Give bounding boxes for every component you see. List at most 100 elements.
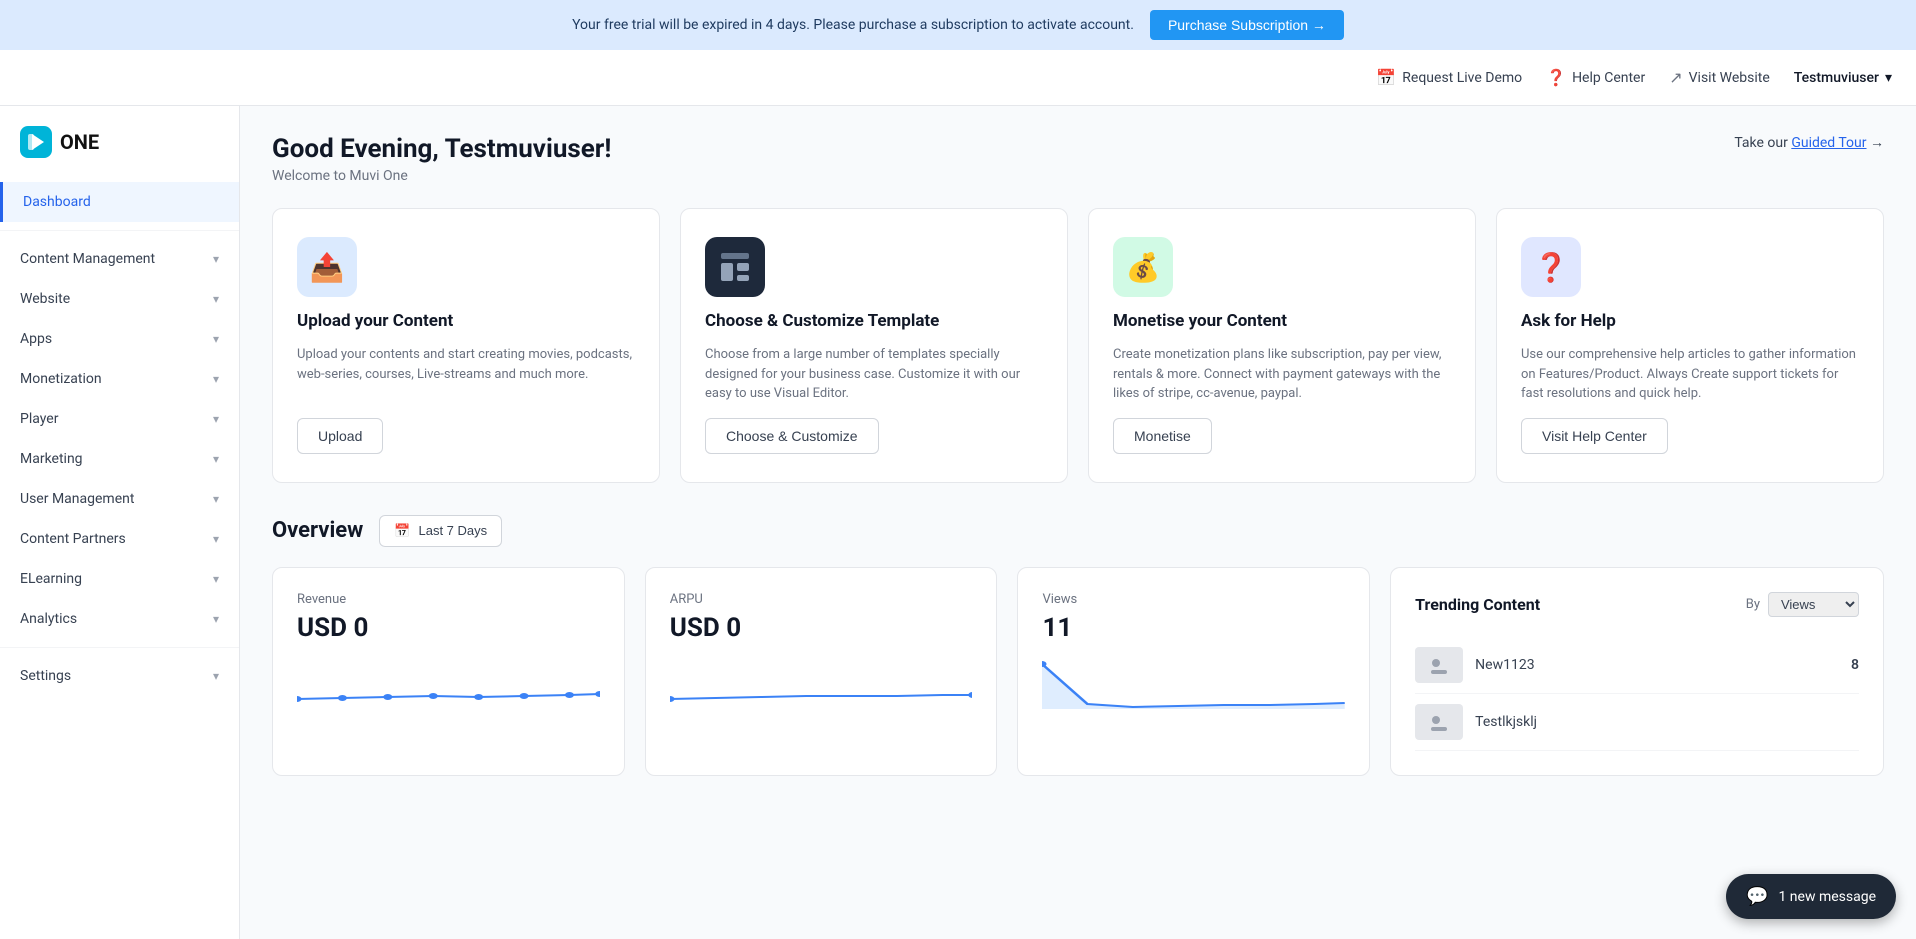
user-menu[interactable]: Testmuviuser ▾ [1794,70,1892,86]
sidebar-item-label: Marketing [20,451,83,467]
sidebar-item-marketing[interactable]: Marketing ▾ [0,439,239,479]
sidebar-item-label: Content Partners [20,531,126,547]
sidebar-item-label: Website [20,291,70,307]
trending-header: Trending Content By Views Revenue [1415,592,1859,617]
request-demo-nav[interactable]: 📅 Request Live Demo [1376,68,1522,87]
sidebar-item-content-partners[interactable]: Content Partners ▾ [0,519,239,559]
app-layout: ONE Dashboard Content Management ▾ Websi… [0,106,1916,939]
chevron-right-icon: ▾ [213,252,219,266]
sidebar-divider-2 [0,647,239,648]
card-title: Monetise your Content [1113,311,1451,331]
sidebar-item-elearning[interactable]: ELearning ▾ [0,559,239,599]
sidebar-item-analytics[interactable]: Analytics ▾ [0,599,239,639]
help-icon: ❓ [1521,237,1581,297]
trending-content-card: Trending Content By Views Revenue New112… [1390,567,1884,776]
sidebar-item-apps[interactable]: Apps ▾ [0,319,239,359]
chevron-right-icon: ▾ [213,412,219,426]
purchase-subscription-button[interactable]: Purchase Subscription → [1150,10,1344,40]
action-cards: 📤 Upload your Content Upload your conten… [272,208,1884,483]
sidebar-item-player[interactable]: Player ▾ [0,399,239,439]
trending-by-select[interactable]: Views Revenue [1768,592,1859,617]
sidebar-item-website[interactable]: Website ▾ [0,279,239,319]
calendar-icon: 📅 [1376,68,1396,87]
header: 📅 Request Live Demo ❓ Help Center ↗ Visi… [0,50,1916,106]
trending-thumb [1415,704,1463,740]
monetise-button[interactable]: Monetise [1113,418,1212,454]
card-desc: Create monetization plans like subscript… [1113,345,1451,404]
guided-tour-link[interactable]: Guided Tour [1791,135,1866,151]
trending-item: New1123 8 [1415,637,1859,694]
stat-value: USD 0 [297,613,600,643]
upload-button[interactable]: Upload [297,418,383,454]
chevron-down-icon: ▾ [1885,70,1892,86]
external-link-icon: ↗ [1669,68,1682,87]
card-title: Ask for Help [1521,311,1859,331]
stat-label: ARPU [670,592,973,607]
sidebar-item-label: Player [20,411,58,427]
by-label: By [1746,597,1760,612]
sidebar-item-user-management[interactable]: User Management ▾ [0,479,239,519]
sidebar-item-settings[interactable]: Settings ▾ [0,656,239,696]
banner-text: Your free trial will be expired in 4 day… [572,17,1134,33]
sidebar-item-label: ELearning [20,571,82,587]
card-desc: Choose from a large number of templates … [705,345,1043,404]
stat-label: Views [1042,592,1345,607]
sidebar-item-dashboard[interactable]: Dashboard [0,182,239,222]
chat-icon: 💬 [1746,886,1768,907]
trending-title: Trending Content [1415,595,1540,614]
overview-header: Overview 📅 Last 7 Days [272,515,1884,547]
visit-website-nav[interactable]: ↗ Visit Website [1669,68,1770,87]
sidebar-item-label: User Management [20,491,134,507]
sidebar-item-label: Content Management [20,251,155,267]
sidebar-item-label: Settings [20,668,71,684]
arpu-chart [670,659,973,709]
stat-value: 11 [1042,613,1345,643]
trending-item-name: Testlkjsklj [1475,714,1847,730]
chat-bubble[interactable]: 💬 1 new message [1726,874,1896,919]
guided-tour-prefix: Take our [1734,135,1791,151]
chevron-right-icon: ▾ [213,452,219,466]
stat-value: USD 0 [670,613,973,643]
help-center-nav[interactable]: ❓ Help Center [1546,68,1645,87]
logo: ONE [0,106,239,174]
greeting-title: Good Evening, Testmuviuser! [272,134,611,164]
card-title: Upload your Content [297,311,635,331]
help-center-label: Help Center [1572,70,1645,86]
sidebar-item-label: Monetization [20,371,102,387]
sidebar-item-monetization[interactable]: Monetization ▾ [0,359,239,399]
user-name: Testmuviuser [1794,70,1879,86]
logo-text: ONE [60,130,99,154]
chevron-right-icon: ▾ [213,669,219,683]
visit-help-center-button[interactable]: Visit Help Center [1521,418,1668,454]
main-content: Good Evening, Testmuviuser! Welcome to M… [240,106,1916,939]
choose-customize-button[interactable]: Choose & Customize [705,418,879,454]
views-chart [1042,659,1345,709]
stats-row: Revenue USD 0 [272,567,1884,776]
logo-icon [20,126,52,158]
greeting-section: Good Evening, Testmuviuser! Welcome to M… [272,134,1884,184]
chevron-right-icon: ▾ [213,292,219,306]
request-demo-label: Request Live Demo [1402,70,1522,86]
chevron-right-icon: ▾ [213,332,219,346]
stat-label: Revenue [297,592,600,607]
sidebar-item-label: Apps [20,331,52,347]
card-title: Choose & Customize Template [705,311,1043,331]
trending-thumb [1415,647,1463,683]
chevron-right-icon: ▾ [213,612,219,626]
chevron-right-icon: ▾ [213,572,219,586]
calendar-icon: 📅 [394,523,410,539]
revenue-stat-card: Revenue USD 0 [272,567,625,776]
monetise-icon: 💰 [1113,237,1173,297]
help-icon: ❓ [1546,68,1566,87]
trending-item-name: New1123 [1475,657,1839,673]
chevron-right-icon: ▾ [213,532,219,546]
monetise-content-card: 💰 Monetise your Content Create monetizat… [1088,208,1476,483]
trending-item: Testlkjsklj [1415,694,1859,751]
arpu-stat-card: ARPU USD 0 [645,567,998,776]
ask-for-help-card: ❓ Ask for Help Use our comprehensive hel… [1496,208,1884,483]
sidebar-item-content-management[interactable]: Content Management ▾ [0,239,239,279]
views-stat-card: Views 11 [1017,567,1370,776]
card-desc: Upload your contents and start creating … [297,345,635,404]
card-desc: Use our comprehensive help articles to g… [1521,345,1859,404]
date-filter-button[interactable]: 📅 Last 7 Days [379,515,502,547]
